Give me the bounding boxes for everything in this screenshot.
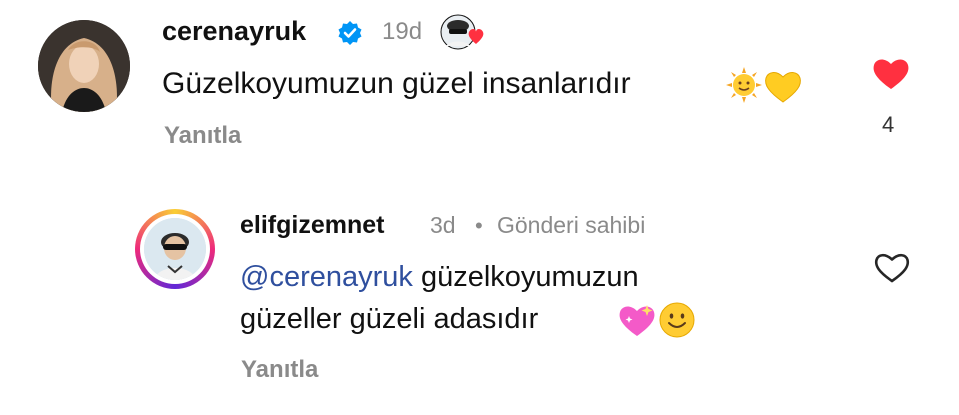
avatar-photo [38,20,130,112]
comment-timestamp: 19d [382,18,423,45]
reply-button[interactable]: Yanıtla [241,356,318,384]
like-heart-filled-icon[interactable] [871,55,911,91]
smiling-face-emoji-icon [659,302,695,338]
reply-text-line-2: güzeller güzeli adasıdır [240,297,538,341]
comment-username[interactable]: cerenayruk [162,16,306,47]
separator-dot: • [475,213,483,238]
avatar-photo [144,218,206,280]
reply-text-line-1: @cerenayruk güzelkoyumuzun [240,255,639,299]
like-heart-outline-icon[interactable] [872,249,912,285]
sun-with-face-emoji-icon [726,67,762,103]
reply-body-line-2: güzeller güzeli adasıdır [240,303,539,335]
comment-text: Güzelkoyumuzun güzel insanlarıdır [162,62,631,106]
sparkling-heart-emoji-icon [619,305,655,336]
avatar[interactable] [38,20,130,112]
reply-button[interactable]: Yanıtla [164,122,241,150]
reply-username[interactable]: elifgizemnet [240,211,384,240]
like-count: 4 [882,112,895,137]
reply-body-line-1: güzelkoyumuzun [412,261,639,293]
mention-link[interactable]: @cerenayruk [240,261,413,293]
comment-body: Güzelkoyumuzun güzel insanlarıdır [162,67,631,100]
avatar [140,214,210,284]
verified-badge-icon [338,21,362,45]
yellow-heart-emoji-icon [765,72,801,103]
avatar-story-ring[interactable] [135,209,215,289]
reply-timestamp: 3d [430,212,456,238]
post-owner-label: Gönderi sahibi [497,212,646,238]
author-like-avatar-with-heart-icon [440,12,492,52]
